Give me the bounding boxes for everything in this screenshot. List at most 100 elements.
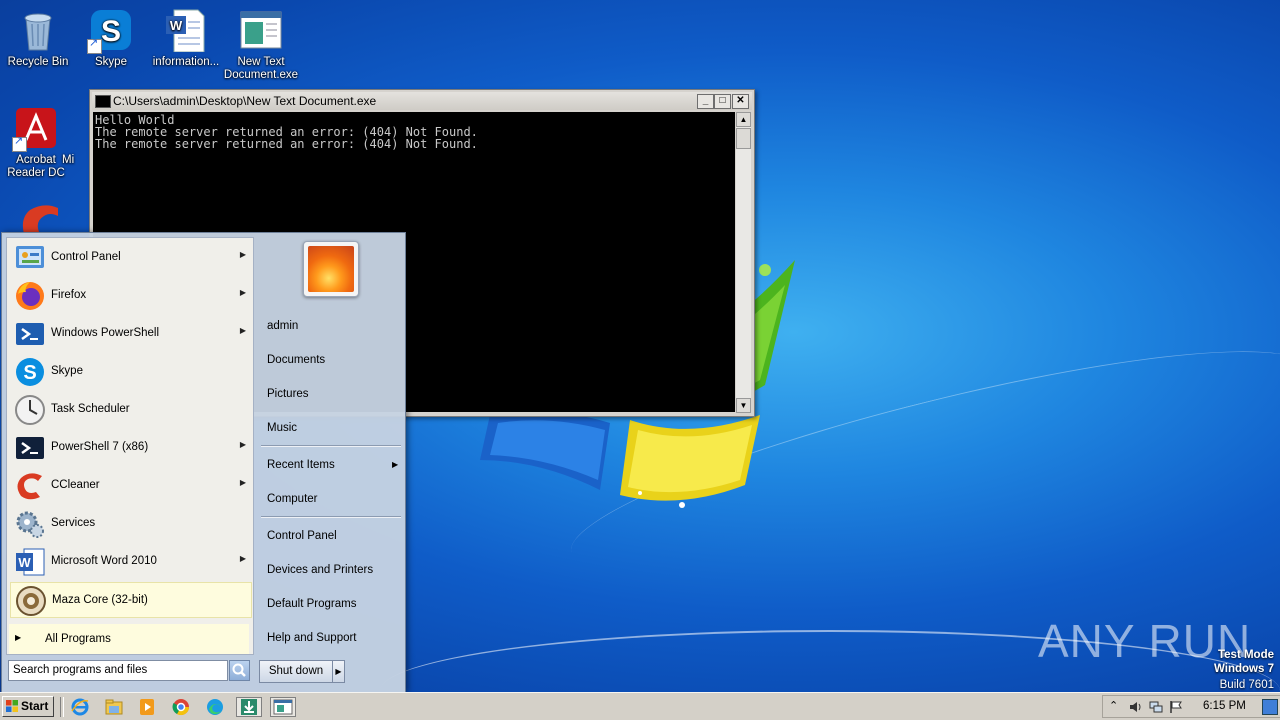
- scroll-up-button[interactable]: ▲: [736, 112, 751, 127]
- program-microsoft-word-2010[interactable]: W Microsoft Word 2010 ▶: [10, 544, 252, 580]
- menu-item-computer[interactable]: Computer: [267, 493, 318, 505]
- media-player-icon: [140, 699, 154, 715]
- taskbar-console[interactable]: [270, 697, 296, 717]
- menu-item-help-support[interactable]: Help and Support: [267, 632, 357, 644]
- menu-separator: [261, 445, 401, 447]
- all-programs-button[interactable]: ▶ All Programs: [9, 624, 249, 654]
- ccleaner-desktop-icon[interactable]: [18, 204, 62, 234]
- start-button[interactable]: Start: [2, 696, 54, 717]
- action-center-flag-icon[interactable]: [1169, 700, 1183, 714]
- taskbar-divider: [60, 697, 64, 717]
- submenu-arrow-icon: ▶: [239, 478, 246, 487]
- desktop-icon-label: Recycle Bin: [7, 56, 69, 68]
- taskbar-edge[interactable]: [205, 697, 225, 717]
- os-label: Windows 7: [1214, 663, 1274, 675]
- menu-item-recent-items[interactable]: Recent Items: [267, 459, 335, 471]
- program-label: Windows PowerShell: [51, 327, 160, 339]
- shutdown-options-button[interactable]: ▶: [333, 660, 345, 683]
- edge-icon: [207, 699, 223, 715]
- taskbar: Start ⌃ 6:15 PM: [0, 692, 1280, 720]
- user-picture[interactable]: [303, 241, 359, 297]
- firefox-icon: [16, 282, 44, 310]
- console-scrollbar[interactable]: ▲ ▼: [736, 112, 751, 413]
- control-panel-icon: [16, 246, 44, 268]
- close-button[interactable]: ✕: [732, 94, 749, 109]
- powershell-7-icon: [16, 437, 44, 459]
- minimize-button[interactable]: _: [697, 94, 714, 109]
- program-task-scheduler[interactable]: Task Scheduler: [10, 392, 252, 428]
- executable-icon: [239, 8, 283, 52]
- program-control-panel[interactable]: Control Panel ▶: [10, 240, 252, 276]
- program-skype[interactable]: S Skype: [10, 354, 252, 390]
- desktop-icon-label: Mi: [62, 154, 75, 166]
- search-button[interactable]: [229, 660, 250, 681]
- console-window-icon: [273, 699, 293, 715]
- program-label: Skype: [51, 365, 83, 377]
- console-title-bar[interactable]: C:\Users\admin\Desktop\New Text Document…: [92, 92, 752, 110]
- menu-item-devices-printers[interactable]: Devices and Printers: [267, 564, 373, 576]
- folder-icon: [105, 699, 123, 715]
- svg-text:S: S: [101, 15, 121, 48]
- program-maza-core[interactable]: Maza Core (32-bit): [10, 582, 252, 618]
- maximize-button[interactable]: □: [714, 94, 731, 109]
- program-powershell-7[interactable]: PowerShell 7 (x86) ▶: [10, 430, 252, 466]
- menu-item-control-panel[interactable]: Control Panel: [267, 530, 337, 542]
- scroll-thumb[interactable]: [736, 128, 751, 149]
- clock[interactable]: 6:15 PM: [1203, 700, 1246, 712]
- program-label: CCleaner: [51, 479, 100, 491]
- search-input[interactable]: Search programs and files: [8, 660, 228, 681]
- taskbar-ie[interactable]: [70, 697, 90, 717]
- submenu-arrow-icon: ▶: [239, 440, 246, 449]
- powershell-icon: [16, 323, 44, 345]
- program-label: Maza Core (32-bit): [52, 594, 148, 606]
- desktop-icon-recycle-bin[interactable]: Recycle Bin: [0, 8, 76, 69]
- program-label: Microsoft Word 2010: [51, 555, 157, 567]
- shutdown-button[interactable]: Shut down: [259, 660, 333, 683]
- build-label: Build 7601: [1219, 679, 1274, 691]
- chevron-right-icon: ▶: [335, 667, 342, 676]
- network-icon[interactable]: [1149, 700, 1163, 714]
- menu-item-user[interactable]: admin: [267, 320, 298, 332]
- chevron-right-icon: ▶: [15, 633, 22, 642]
- menu-item-music[interactable]: Music: [267, 422, 297, 434]
- program-windows-powershell[interactable]: Windows PowerShell ▶: [10, 316, 252, 352]
- desktop-icon-word-document[interactable]: W information...: [148, 8, 224, 69]
- show-hidden-icons-icon[interactable]: ⌃: [1109, 699, 1118, 712]
- flower-avatar-icon: [308, 246, 354, 292]
- taskbar-explorer[interactable]: [104, 697, 124, 717]
- program-services[interactable]: Services: [10, 506, 252, 542]
- menu-item-default-programs[interactable]: Default Programs: [267, 598, 356, 610]
- menu-item-documents[interactable]: Documents: [267, 354, 325, 366]
- desktop-icon-label: New Text Document.exe: [223, 56, 299, 81]
- desktop-icon-partial[interactable]: Mi: [62, 106, 92, 167]
- submenu-arrow-icon: ▶: [239, 326, 246, 335]
- start-menu-programs-pane: Control Panel ▶ Firefox ▶ Windows PowerS…: [6, 237, 254, 655]
- program-ccleaner[interactable]: CCleaner ▶: [10, 468, 252, 504]
- desktop-icon-skype[interactable]: S Skype: [73, 8, 149, 69]
- taskbar-installer[interactable]: [236, 697, 262, 717]
- console-app-icon: [95, 95, 111, 108]
- svg-text:W: W: [170, 18, 183, 33]
- menu-item-pictures[interactable]: Pictures: [267, 388, 309, 400]
- program-firefox[interactable]: Firefox ▶: [10, 278, 252, 314]
- desktop-icon-label: Acrobat Reader DC: [7, 154, 65, 179]
- partial-icon: [67, 106, 87, 150]
- submenu-arrow-icon: ▶: [239, 554, 246, 563]
- word-icon: W: [16, 548, 45, 576]
- start-menu: Control Panel ▶ Firefox ▶ Windows PowerS…: [1, 232, 406, 693]
- taskbar-media-player[interactable]: [137, 697, 157, 717]
- submenu-arrow-icon: ▶: [239, 288, 246, 297]
- scroll-down-button[interactable]: ▼: [736, 398, 751, 413]
- submenu-arrow-icon: ▶: [392, 460, 399, 469]
- internet-explorer-icon: [71, 698, 89, 716]
- svg-text:S: S: [23, 362, 36, 384]
- menu-separator: [261, 516, 401, 518]
- recycle-bin-icon: [16, 8, 60, 52]
- shortcut-arrow-icon: [87, 37, 102, 54]
- console-title: C:\Users\admin\Desktop\New Text Document…: [113, 94, 377, 108]
- task-scheduler-icon: [15, 395, 45, 425]
- volume-icon[interactable]: [1129, 700, 1143, 714]
- desktop-icon-new-text-document-exe[interactable]: New Text Document.exe: [223, 8, 299, 82]
- show-desktop-button[interactable]: [1262, 699, 1278, 715]
- taskbar-chrome[interactable]: [171, 697, 191, 717]
